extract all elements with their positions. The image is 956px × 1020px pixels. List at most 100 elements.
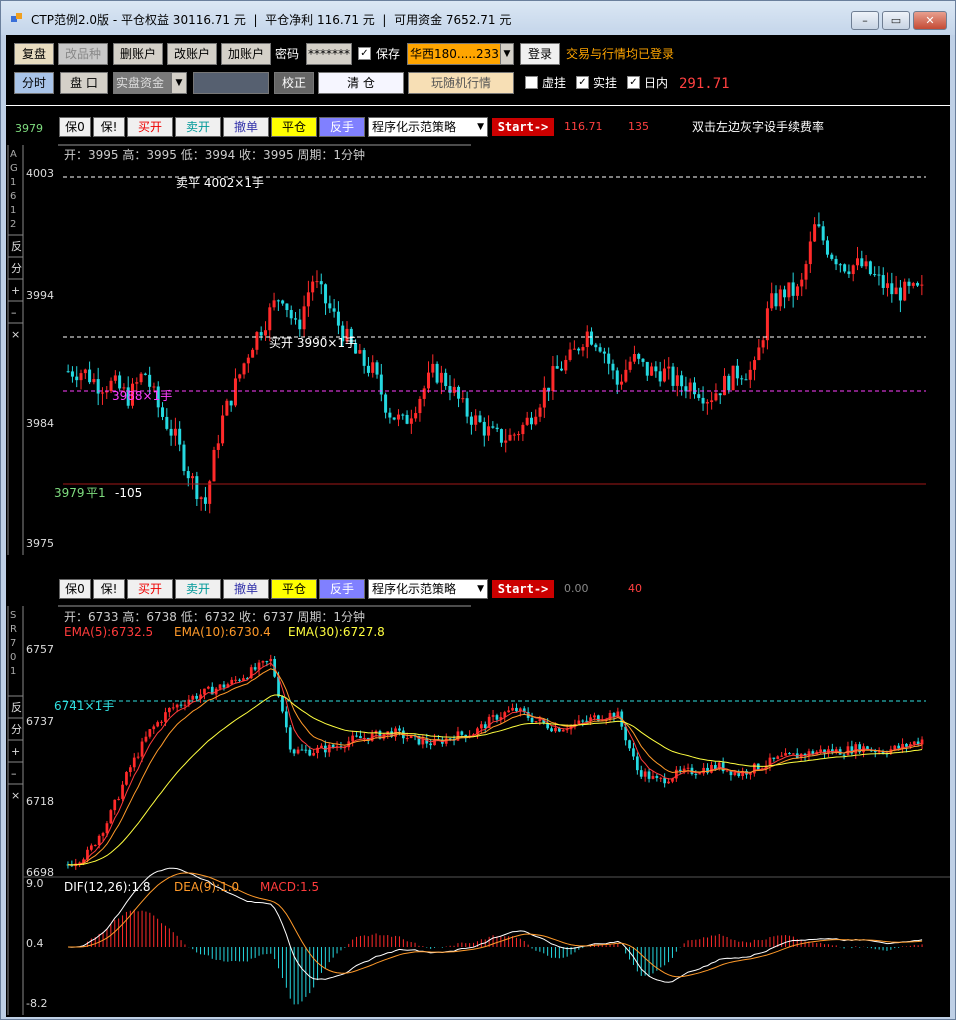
candle-body (148, 374, 152, 387)
candle-body (559, 368, 563, 371)
side-button-2[interactable]: + (11, 745, 20, 758)
chart2-side-buttons: 反分 + – × (8, 695, 23, 802)
candle-body (351, 735, 355, 742)
candle-body (585, 331, 589, 348)
candle-body (93, 845, 97, 847)
candle-body (817, 224, 821, 227)
candle-body (615, 370, 619, 385)
candle-body (577, 348, 581, 351)
candle-body (894, 287, 898, 295)
candle-body (216, 443, 220, 450)
dif-label: DIF(12,26):1.8 (64, 880, 151, 894)
side-button-4[interactable]: × (11, 328, 20, 341)
candle-body (508, 434, 512, 441)
side-button-0[interactable]: 反 (11, 240, 22, 253)
candle-body (414, 413, 418, 419)
candle-body (898, 287, 902, 301)
candle-body (79, 373, 83, 381)
candle-body (233, 378, 237, 406)
candle-body (721, 762, 725, 772)
candle-body (525, 417, 529, 425)
candle-body (405, 738, 409, 740)
minimize-button[interactable]: – (851, 11, 879, 30)
candle-body (667, 781, 670, 784)
candle-body (830, 254, 834, 259)
candle-body (255, 332, 259, 350)
candle-body (238, 679, 241, 681)
candle-body (173, 428, 177, 436)
candle-body (460, 731, 464, 735)
candle-body (100, 392, 104, 394)
side-button-2[interactable]: + (11, 284, 20, 297)
trade-pnl: -105 (115, 486, 142, 500)
side-button-4[interactable]: × (11, 789, 20, 802)
candle-body (401, 414, 405, 416)
candle-body (234, 679, 238, 681)
side-button-3[interactable]: – (11, 767, 17, 780)
candle-body (268, 307, 272, 331)
buy-open-order-label: 买开 3990×1手 (269, 336, 357, 350)
candle-body (143, 373, 147, 375)
candle-body (774, 293, 778, 307)
candle-body (572, 348, 576, 350)
side-button-1[interactable]: 分 (11, 262, 22, 275)
candle-body (125, 772, 128, 785)
candle-body (284, 711, 288, 728)
candle-body (873, 274, 877, 276)
candle-body (75, 376, 79, 381)
candle-body (911, 283, 915, 286)
candle-body (132, 757, 136, 768)
candle-body (261, 661, 265, 663)
candle-body (856, 258, 860, 266)
candle-body (253, 667, 257, 670)
macd-label: MACD:1.5 (260, 880, 319, 894)
candle-body (203, 497, 207, 504)
candle-body (748, 369, 752, 380)
candle-body (421, 738, 425, 745)
candle-body (534, 416, 538, 425)
candle-body (332, 308, 336, 312)
candle-body (263, 330, 267, 336)
candle-body (92, 379, 96, 383)
candle-body (300, 749, 304, 751)
candle-body (568, 349, 572, 360)
candle-body (517, 434, 521, 436)
candle-body (179, 704, 183, 706)
maximize-button[interactable]: ▭ (882, 11, 910, 30)
candle-body (727, 375, 731, 391)
candle-body (843, 264, 847, 272)
candle-body (195, 695, 199, 699)
side-button-0[interactable]: 反 (11, 701, 22, 714)
chart2-y-axis: 6757673767186698 (26, 643, 54, 879)
candle-body (306, 292, 310, 307)
candle-body (238, 374, 242, 379)
candle-body (225, 400, 229, 416)
candle-body (718, 393, 722, 396)
candle-body (156, 722, 160, 727)
candle-body (121, 784, 124, 799)
candle-body (70, 371, 74, 377)
candle-body (698, 773, 702, 775)
candle-body (897, 745, 901, 749)
candle-body (136, 756, 140, 758)
macd-tick-label: -8.2 (26, 997, 47, 1010)
side-button-3[interactable]: – (11, 306, 17, 319)
side-button-1[interactable]: 分 (11, 723, 22, 736)
close-button[interactable]: ✕ (913, 11, 947, 30)
candle-body (128, 767, 132, 773)
candle-body (384, 394, 388, 413)
candle-body (191, 695, 195, 700)
candle-body (148, 729, 152, 737)
y-tick-label: 3984 (26, 417, 54, 430)
candle-body (842, 754, 846, 756)
y-tick-label: 6737 (26, 715, 54, 728)
candle-body (881, 275, 885, 288)
candle-body (171, 707, 175, 709)
candle-body (482, 421, 486, 436)
candle-body (723, 375, 727, 396)
candle-body (182, 444, 186, 472)
candle-body (199, 497, 203, 500)
candle-body (140, 741, 144, 757)
candle-body (366, 365, 370, 373)
candle-body (469, 416, 473, 425)
